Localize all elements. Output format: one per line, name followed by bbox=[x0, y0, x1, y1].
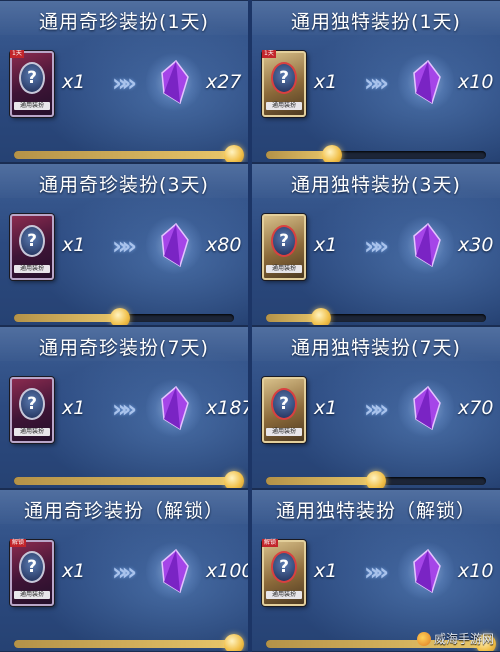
panel-title: 通用独特装扮(3天) bbox=[291, 174, 461, 196]
costume-card-icon: ? 通用装扮 bbox=[262, 377, 306, 443]
exchange-panel: 通用独特装扮(3天) ? 通用装扮 x1 »» x30 bbox=[252, 163, 500, 326]
reward-amount: x80 bbox=[206, 234, 242, 256]
quantity-slider[interactable] bbox=[14, 145, 244, 162]
input-quantity: x1 bbox=[62, 234, 86, 256]
reward-amount: x30 bbox=[458, 234, 494, 256]
slider-handle[interactable] bbox=[109, 308, 130, 325]
exchange-panel: 通用独特装扮（解锁） 解锁 ? 通用装扮 x1 »» x10 威海手游网 bbox=[252, 489, 500, 652]
slider-handle[interactable] bbox=[224, 145, 244, 162]
card-tag: 1天 bbox=[10, 50, 24, 58]
panel-title: 通用奇珍装扮(1天) bbox=[39, 11, 209, 33]
exchange-grid: 通用奇珍装扮(1天) 1天 ? 通用装扮 x1 »» x27 通用独特装扮(1天… bbox=[0, 0, 500, 652]
panel-title: 通用奇珍装扮(7天) bbox=[39, 337, 209, 359]
panel-title: 通用独特装扮（解锁） bbox=[275, 500, 476, 522]
input-quantity: x1 bbox=[62, 71, 86, 93]
slider-handle[interactable] bbox=[224, 634, 244, 651]
double-chevron-right-icon: »» bbox=[364, 395, 389, 423]
quantity-slider[interactable] bbox=[266, 145, 486, 162]
double-chevron-right-icon: »» bbox=[364, 69, 389, 97]
card-question-mark: ? bbox=[271, 551, 297, 583]
slider-fill bbox=[266, 477, 376, 485]
purple-crystal-icon bbox=[398, 540, 454, 602]
costume-card-icon: 解锁 ? 通用装扮 bbox=[262, 539, 306, 606]
input-quantity: x1 bbox=[62, 397, 86, 419]
input-quantity: x1 bbox=[314, 234, 338, 256]
input-quantity: x1 bbox=[314, 560, 338, 582]
costume-card-icon: ? 通用装扮 bbox=[262, 214, 306, 280]
exchange-panel: 通用奇珍装扮（解锁） 解锁 ? 通用装扮 x1 »» x1000 bbox=[0, 489, 248, 652]
panel-title: 通用奇珍装扮（解锁） bbox=[23, 500, 224, 522]
card-question-mark: ? bbox=[271, 62, 297, 94]
exchange-panel: 通用独特装扮(1天) 1天 ? 通用装扮 x1 »» x10 bbox=[252, 0, 500, 163]
card-tag: 解锁 bbox=[10, 539, 27, 547]
double-chevron-right-icon: »» bbox=[112, 558, 137, 586]
card-caption: 通用装扮 bbox=[14, 591, 50, 599]
input-quantity: x1 bbox=[62, 560, 86, 582]
panel-title: 通用独特装扮(1天) bbox=[291, 11, 461, 33]
double-chevron-right-icon: »» bbox=[112, 395, 137, 423]
panel-title: 通用奇珍装扮(3天) bbox=[39, 174, 209, 196]
slider-handle[interactable] bbox=[322, 145, 342, 162]
card-question-mark: ? bbox=[19, 225, 45, 257]
quantity-slider[interactable] bbox=[14, 634, 244, 651]
purple-crystal-icon bbox=[398, 214, 454, 276]
costume-card-icon: ? 通用装扮 bbox=[10, 377, 54, 443]
reward-amount: x10 bbox=[458, 71, 494, 93]
costume-card-icon: 解锁 ? 通用装扮 bbox=[10, 539, 54, 606]
purple-crystal-icon bbox=[146, 377, 202, 439]
card-caption: 通用装扮 bbox=[14, 428, 50, 436]
exchange-panel: 通用奇珍装扮(3天) ? 通用装扮 x1 »» x80 bbox=[0, 163, 248, 326]
card-caption: 通用装扮 bbox=[266, 428, 302, 436]
site-logo-icon bbox=[416, 631, 431, 646]
double-chevron-right-icon: »» bbox=[112, 69, 137, 97]
input-quantity: x1 bbox=[314, 71, 338, 93]
slider-handle[interactable] bbox=[366, 471, 386, 488]
card-question-mark: ? bbox=[19, 551, 45, 583]
reward-amount: x27 bbox=[206, 71, 242, 93]
card-question-mark: ? bbox=[19, 388, 45, 420]
watermark-text: 威海手游网 bbox=[433, 632, 494, 646]
purple-crystal-icon bbox=[398, 51, 454, 113]
costume-card-icon: 1天 ? 通用装扮 bbox=[262, 50, 306, 117]
double-chevron-right-icon: »» bbox=[112, 232, 137, 260]
slider-fill bbox=[14, 314, 120, 322]
exchange-panel: 通用奇珍装扮(7天) ? 通用装扮 x1 »» x187 bbox=[0, 326, 248, 489]
reward-amount: x10 bbox=[458, 560, 494, 582]
slider-fill bbox=[14, 151, 234, 159]
card-question-mark: ? bbox=[271, 388, 297, 420]
card-question-mark: ? bbox=[271, 225, 297, 257]
site-watermark: 威海手游网 bbox=[416, 630, 494, 647]
slider-fill bbox=[14, 477, 234, 485]
card-question-mark: ? bbox=[19, 62, 45, 94]
purple-crystal-icon bbox=[398, 377, 454, 439]
card-tag: 解锁 bbox=[262, 539, 279, 547]
quantity-slider[interactable] bbox=[14, 471, 244, 488]
reward-amount: x70 bbox=[458, 397, 494, 419]
costume-card-icon: ? 通用装扮 bbox=[10, 214, 54, 280]
purple-crystal-icon bbox=[146, 51, 202, 113]
exchange-panel: 通用独特装扮(7天) ? 通用装扮 x1 »» x70 bbox=[252, 326, 500, 489]
slider-handle[interactable] bbox=[311, 308, 331, 325]
card-caption: 通用装扮 bbox=[266, 591, 302, 599]
card-caption: 通用装扮 bbox=[266, 265, 302, 273]
quantity-slider[interactable] bbox=[266, 471, 486, 488]
quantity-slider[interactable] bbox=[266, 308, 486, 325]
exchange-panel: 通用奇珍装扮(1天) 1天 ? 通用装扮 x1 »» x27 bbox=[0, 0, 248, 163]
purple-crystal-icon bbox=[146, 214, 202, 276]
double-chevron-right-icon: »» bbox=[364, 558, 389, 586]
card-tag: 1天 bbox=[262, 50, 276, 58]
reward-amount: x1000 bbox=[206, 560, 248, 582]
quantity-slider[interactable] bbox=[14, 308, 234, 325]
slider-handle[interactable] bbox=[224, 471, 244, 488]
card-caption: 通用装扮 bbox=[14, 265, 50, 273]
double-chevron-right-icon: »» bbox=[364, 232, 389, 260]
input-quantity: x1 bbox=[314, 397, 338, 419]
costume-card-icon: 1天 ? 通用装扮 bbox=[10, 50, 54, 117]
card-caption: 通用装扮 bbox=[266, 102, 302, 110]
card-caption: 通用装扮 bbox=[14, 102, 50, 110]
reward-amount: x187 bbox=[206, 397, 248, 419]
purple-crystal-icon bbox=[146, 540, 202, 602]
slider-fill bbox=[14, 640, 234, 648]
panel-title: 通用独特装扮(7天) bbox=[291, 337, 461, 359]
